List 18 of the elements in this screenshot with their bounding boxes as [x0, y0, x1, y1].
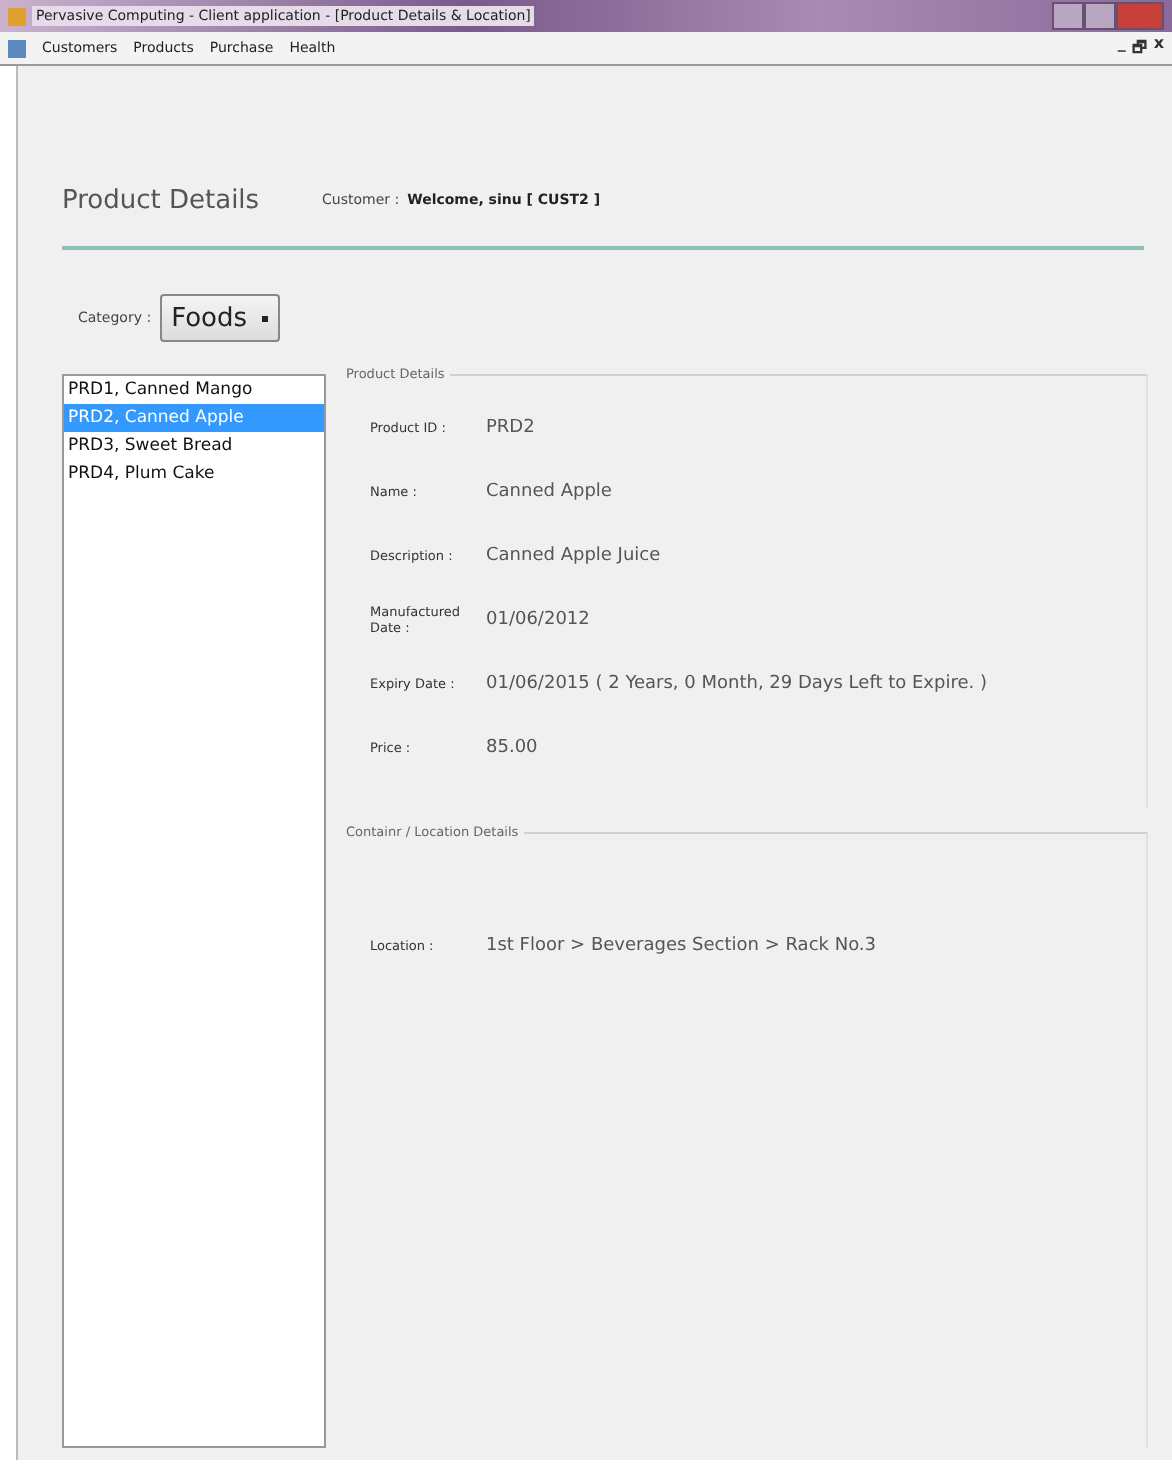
field-value: PRD2	[486, 418, 535, 438]
field-value: 01/06/2012	[486, 610, 590, 630]
minimize-button[interactable]	[1052, 2, 1084, 30]
list-item[interactable]: PRD1, Canned Mango	[64, 376, 324, 404]
maximize-button[interactable]	[1084, 2, 1116, 30]
caret-icon	[261, 315, 268, 321]
category-dropdown[interactable]: Foods	[159, 294, 280, 342]
page-title: Product Details	[62, 185, 262, 215]
window-control[interactable]: x	[1153, 34, 1164, 62]
list-item[interactable]: PRD4, Plum Cake	[64, 460, 324, 488]
field-value: 1st Floor > Beverages Section > Rack No.3	[486, 936, 877, 956]
window-control[interactable]: 🗗	[1131, 34, 1148, 62]
window-control[interactable]: _	[1117, 34, 1126, 62]
field-value: 85.00	[486, 738, 538, 758]
field-value: Canned Apple Juice	[486, 546, 661, 566]
field-value: Canned Apple	[486, 482, 612, 502]
list-item[interactable]: PRD3, Sweet Bread	[64, 432, 324, 460]
field-value: 01/06/2015 ( 2 Years, 0 Month, 29 Days Left to Expire. )	[486, 674, 987, 694]
